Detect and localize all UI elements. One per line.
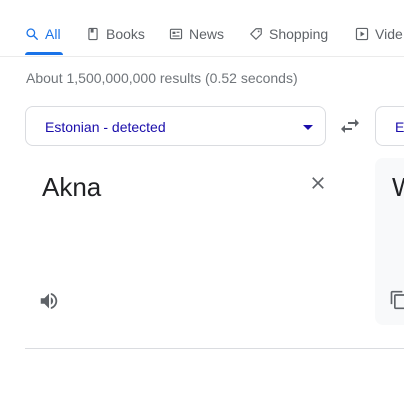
- copy-icon[interactable]: [389, 290, 404, 310]
- tab-news[interactable]: News: [169, 24, 224, 44]
- tab-label: News: [189, 26, 225, 42]
- tab-shopping[interactable]: Shopping: [249, 24, 328, 44]
- speaker-icon[interactable]: [38, 290, 60, 312]
- translated-text: W: [392, 172, 404, 203]
- chevron-down-icon: [303, 125, 313, 130]
- tab-label: Vide: [375, 26, 403, 42]
- book-icon: [88, 27, 98, 41]
- tab-label: Books: [106, 26, 145, 42]
- tag-icon: [250, 28, 262, 40]
- news-icon: [169, 28, 183, 40]
- result-stats: About 1,500,000,000 results (0.52 second…: [26, 70, 298, 86]
- active-tab-indicator: [25, 52, 63, 55]
- swap-languages-icon[interactable]: [338, 114, 362, 138]
- search-icon: [26, 28, 38, 40]
- play-icon: [355, 27, 369, 41]
- target-language-label: E: [395, 119, 404, 135]
- source-text[interactable]: Akna: [42, 172, 101, 203]
- search-results-page: All Books News Shopping Vide About 1,500…: [0, 0, 404, 404]
- tab-all[interactable]: All: [25, 24, 61, 44]
- close-icon[interactable]: [308, 173, 328, 193]
- tab-videos[interactable]: Vide: [355, 24, 403, 44]
- tab-label: Shopping: [269, 26, 329, 42]
- translation-panel: W: [375, 158, 404, 325]
- target-language-select[interactable]: E: [375, 106, 404, 146]
- source-language-label: Estonian - detected: [45, 119, 166, 135]
- tab-books[interactable]: Books: [86, 24, 145, 44]
- divider: [25, 348, 404, 349]
- source-language-select[interactable]: Estonian - detected: [25, 106, 326, 146]
- tab-label: All: [45, 26, 61, 42]
- source-text-panel[interactable]: Akna: [25, 158, 345, 326]
- search-tabs: All Books News Shopping Vide: [0, 0, 404, 57]
